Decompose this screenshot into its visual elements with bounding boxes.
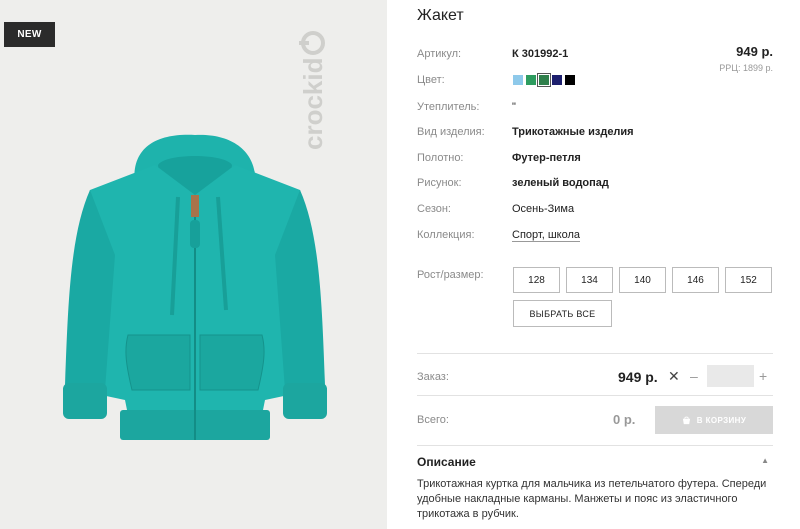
description-text: Трикотажная куртка для мальчика из петел… [417,478,767,520]
color-swatch-black[interactable] [565,75,575,85]
add-to-cart-button[interactable]: В КОРЗИНУ [655,406,773,434]
attribute-label: Рисунок: [417,177,462,189]
divider [417,395,773,396]
size-option-146[interactable]: 146 [672,267,719,293]
attribute-label: Сезон: [417,203,451,215]
color-swatches [513,73,575,87]
size-label: Рост/размер: [417,269,484,281]
size-option-128[interactable]: 128 [513,267,560,293]
divider [417,445,773,446]
attribute-label: Артикул: [417,48,462,60]
attribute-label: Вид изделия: [417,126,485,138]
color-swatch-light-blue[interactable] [513,75,523,85]
description-heading[interactable]: Описание [417,455,476,469]
product-price: 949 р. [736,44,773,59]
size-options: 128 134 140 146 152 [513,267,772,293]
color-swatch-navy[interactable] [552,75,562,85]
order-label: Заказ: [417,371,449,383]
attribute-value: Футер-петля [512,152,581,164]
recommended-retail-price: РРЦ: 1899 р. [719,63,773,73]
total-label: Всего: [417,414,449,426]
chevron-up-icon[interactable]: ▲ [761,456,769,465]
attribute-value: Осень-Зима [512,203,575,215]
attribute-label: Коллекция: [417,229,475,241]
product-image[interactable]: NEW crockidcrockid [0,0,387,529]
select-all-sizes-button[interactable]: ВЫБРАТЬ ВСЕ [513,300,612,327]
size-option-152[interactable]: 152 [725,267,772,293]
jacket-illustration [63,134,327,440]
attribute-label: Утеплитель: [417,101,480,113]
quantity-input[interactable] [707,365,754,387]
divider [417,353,773,354]
size-option-140[interactable]: 140 [619,267,666,293]
attribute-label: Цвет: [417,74,445,86]
collection-link[interactable]: Спорт, школа [512,229,580,241]
color-swatch-green[interactable] [526,75,536,85]
attribute-value: зеленый водопад [512,177,609,189]
product-title: Жакет [417,7,464,24]
total-price: 0 р. [613,412,636,427]
order-price: 949 р. [618,369,658,385]
size-option-134[interactable]: 134 [566,267,613,293]
color-swatch-dark-green[interactable] [537,73,551,87]
new-badge: NEW [4,22,55,47]
attribute-value: К 301992-1 [512,48,569,60]
decrement-button[interactable]: – [690,368,698,384]
attribute-value: " [512,101,516,113]
attribute-value: Трикотажные изделия [512,126,634,138]
attribute-label: Полотно: [417,152,464,164]
increment-button[interactable]: + [759,368,767,384]
remove-icon[interactable]: ✕ [668,368,680,385]
add-to-cart-label: В КОРЗИНУ [696,415,747,425]
cart-icon [682,416,690,424]
